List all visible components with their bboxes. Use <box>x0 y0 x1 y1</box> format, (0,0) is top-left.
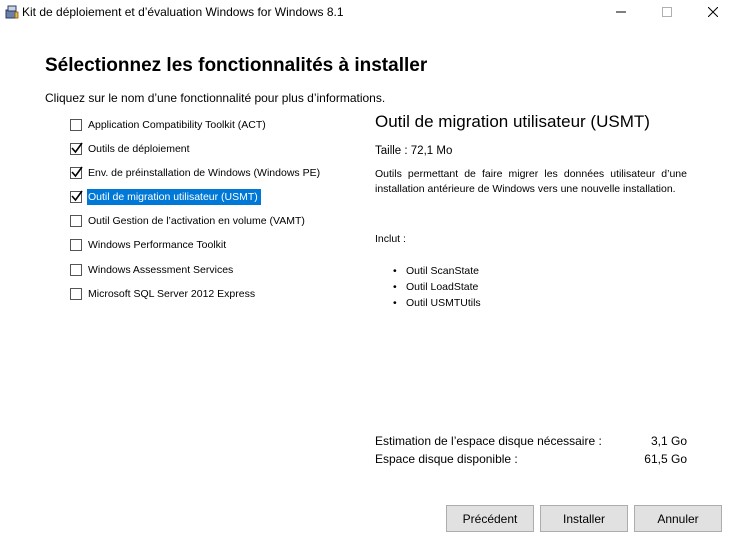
include-label: Outil USMTUtils <box>406 297 481 309</box>
list-item: • Outil USMTUtils <box>393 295 481 311</box>
close-icon <box>707 4 719 22</box>
feature-detail-description: Outils permettant de faire migrer les do… <box>375 168 687 195</box>
bullet-icon: • <box>393 265 397 277</box>
feature-detail-includes-list: • Outil ScanState • Outil LoadState • Outil… <box>393 263 481 311</box>
cancel-button[interactable]: Annuler <box>634 505 722 532</box>
feature-detail-title: Outil de migration utilisateur (USMT) <box>375 112 650 131</box>
checkmark-icon <box>71 166 83 178</box>
feature-item-usmt[interactable]: Outil de migration utilisateur (USMT) <box>70 187 261 207</box>
feature-checkbox[interactable] <box>70 239 82 251</box>
checkmark-icon <box>71 142 83 154</box>
feature-label[interactable]: Outil de migration utilisateur (USMT) <box>87 189 261 205</box>
list-item: • Outil ScanState <box>393 263 481 279</box>
disk-required-label: Estimation de l’espace disque nécessaire… <box>375 434 602 448</box>
bullet-icon: • <box>393 297 397 309</box>
feature-detail-includes-label: Inclut : <box>375 233 406 245</box>
title-bar: Kit de déploiement et d’évaluation Windo… <box>0 0 730 26</box>
feature-checkbox[interactable] <box>70 288 82 300</box>
page-subtitle: Cliquez sur le nom d’une fonctionnalité … <box>45 91 386 105</box>
feature-label[interactable]: Outils de déploiement <box>87 141 193 157</box>
disk-available-label: Espace disque disponible : <box>375 452 518 466</box>
feature-label[interactable]: Outil Gestion de l’activation en volume … <box>87 213 308 229</box>
feature-label[interactable]: Env. de préinstallation de Windows (Wind… <box>87 165 323 181</box>
feature-item-was[interactable]: Windows Assessment Services <box>70 260 236 280</box>
minimize-button[interactable] <box>598 0 644 26</box>
installer-window: Kit de déploiement et d’évaluation Windo… <box>0 0 730 541</box>
feature-item-sql-express[interactable]: Microsoft SQL Server 2012 Express <box>70 284 258 304</box>
minimize-icon <box>616 4 626 22</box>
checkmark-icon <box>71 190 83 202</box>
feature-item-windows-pe[interactable]: Env. de préinstallation de Windows (Wind… <box>70 163 323 183</box>
installer-app-icon <box>4 4 20 20</box>
feature-checkbox[interactable] <box>70 119 82 131</box>
feature-label[interactable]: Application Compatibility Toolkit (ACT) <box>87 117 269 133</box>
maximize-button[interactable] <box>644 0 690 26</box>
maximize-icon <box>662 4 672 22</box>
previous-button[interactable]: Précédent <box>446 505 534 532</box>
feature-label[interactable]: Microsoft SQL Server 2012 Express <box>87 286 258 302</box>
page-title: Sélectionnez les fonctionnalités à insta… <box>45 55 428 76</box>
feature-item-vamt[interactable]: Outil Gestion de l’activation en volume … <box>70 211 308 231</box>
include-label: Outil ScanState <box>406 265 479 277</box>
install-button[interactable]: Installer <box>540 505 628 532</box>
feature-checkbox[interactable] <box>70 190 83 203</box>
feature-label[interactable]: Windows Performance Toolkit <box>87 237 229 253</box>
disk-available-row: Espace disque disponible : 61,5 Go <box>375 452 687 469</box>
bullet-icon: • <box>393 281 397 293</box>
feature-item-wpt[interactable]: Windows Performance Toolkit <box>70 235 229 255</box>
feature-checkbox[interactable] <box>70 166 83 179</box>
disk-available-value: 61,5 Go <box>644 452 687 466</box>
disk-required-row: Estimation de l’espace disque nécessaire… <box>375 434 687 451</box>
window-title: Kit de déploiement et d’évaluation Windo… <box>22 5 344 19</box>
feature-checkbox[interactable] <box>70 142 83 155</box>
feature-detail-size: Taille : 72,1 Mo <box>375 145 453 157</box>
disk-required-value: 3,1 Go <box>650 434 687 448</box>
include-label: Outil LoadState <box>406 281 479 293</box>
feature-item-deployment-tools[interactable]: Outils de déploiement <box>70 139 193 159</box>
close-button[interactable] <box>690 0 730 26</box>
feature-label[interactable]: Windows Assessment Services <box>87 262 236 278</box>
feature-item-act[interactable]: Application Compatibility Toolkit (ACT) <box>70 115 269 135</box>
feature-checkbox[interactable] <box>70 215 82 227</box>
feature-checkbox[interactable] <box>70 264 82 276</box>
list-item: • Outil LoadState <box>393 279 481 295</box>
